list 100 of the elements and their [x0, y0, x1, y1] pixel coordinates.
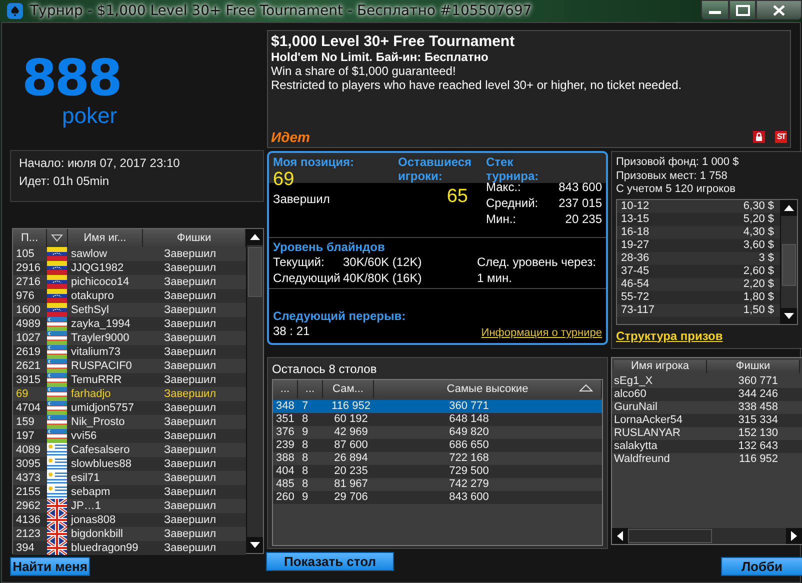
- sort-icon: [579, 384, 593, 392]
- tournament-info-link[interactable]: Информация о турнире: [481, 327, 602, 339]
- prize-structure-link[interactable]: Структура призов: [616, 328, 723, 342]
- close-button[interactable]: [756, 0, 802, 20]
- logo-number: 888: [22, 51, 120, 105]
- table-cell-text: Cafesalsero: [70, 443, 131, 457]
- stack-value: 237 015: [558, 195, 602, 211]
- table-cell-text: Завершил: [163, 317, 218, 331]
- description-text: Restricted to players who have reached level 30+ or higher, no ticket needed.: [271, 78, 683, 92]
- table-cell-text: zayka_1994: [70, 317, 132, 331]
- table-cell-text: 338 458: [737, 401, 779, 414]
- table-cell: 2,20 $: [743, 278, 774, 290]
- table-cell: 2,60 $: [743, 264, 774, 278]
- table-cell-text: 152 130: [737, 427, 779, 440]
- table-cell: 10-12: [621, 200, 650, 212]
- column-header[interactable]: Фишки: [143, 229, 246, 247]
- app-icon: [6, 2, 24, 20]
- table-row[interactable]: 351 8 60 192 648 148: [273, 413, 602, 426]
- lock-icon: [753, 131, 765, 143]
- table-cell-text: SethSyl: [70, 303, 110, 317]
- table-cell-text: Завершил: [163, 359, 218, 373]
- table-cell-text: Завершил: [163, 303, 218, 317]
- stack-label: Стек турнира:: [486, 155, 540, 183]
- table-cell: 4,30 $: [743, 226, 774, 238]
- st-badge: ST: [775, 131, 787, 143]
- flag-icon: [47, 527, 67, 541]
- start-time: Начало: июля 07, 2017 23:10: [19, 156, 181, 170]
- column-header[interactable]: ...: [298, 380, 323, 398]
- flag-icon: [47, 471, 67, 485]
- flag-icon: [47, 359, 67, 373]
- table-cell-text: Завершил: [163, 289, 218, 303]
- table-cell-text: 394: [15, 541, 36, 555]
- scrollbar[interactable]: [780, 200, 797, 324]
- remaining-value: 65: [446, 185, 469, 208]
- table-cell: 6,30 $: [743, 200, 774, 212]
- table-cell-text: 344 246: [737, 388, 779, 401]
- column-header[interactable]: Имя игрока: [614, 360, 707, 373]
- table-cell-text: otakupro: [70, 289, 115, 303]
- scroll-thumb[interactable]: [782, 244, 796, 286]
- table-cell-text: Завершил: [163, 513, 218, 527]
- flag-icon: [47, 275, 67, 289]
- column-header[interactable]: Самые высокие: [374, 380, 602, 398]
- scroll-thumb[interactable]: [628, 529, 712, 543]
- table-row[interactable]: 404 8 20 235 729 500: [273, 465, 602, 478]
- stack-label-text: Средний:: [486, 195, 540, 211]
- table-cell: 73-117: [621, 304, 654, 316]
- flag-icon: [47, 289, 67, 303]
- table-cell-text: 976: [15, 289, 36, 303]
- table-cell-text: LornaAcker54: [614, 414, 684, 427]
- table-cell: 3 $: [758, 252, 774, 264]
- table-row[interactable]: 348 7 116 952 360 771: [273, 400, 602, 413]
- table-cell: 16-18: [621, 226, 650, 238]
- lobby-button[interactable]: Лобби: [721, 557, 802, 576]
- table-cell-text: pichicoco14: [70, 275, 130, 289]
- table-cell-text: Завершил: [163, 401, 218, 415]
- table-cell: 46-54: [621, 278, 650, 290]
- scroll-thumb[interactable]: [248, 247, 262, 297]
- table-cell-text: salakytta: [614, 440, 658, 453]
- table-cell: 5,20 $: [743, 212, 774, 226]
- flag-icon: [47, 499, 67, 513]
- table-row[interactable]: 260 9 29 706 843 600: [273, 491, 602, 504]
- column-header[interactable]: [47, 229, 68, 247]
- table-cell-text: Nik_Prosto: [70, 415, 126, 429]
- status-label: Идет: [271, 129, 310, 145]
- flag-icon: [47, 415, 67, 429]
- tables-title: Осталось 8 столов: [272, 362, 378, 376]
- table-cell-text: vvi56: [70, 429, 98, 443]
- running-time: Идет: 01h 05min: [19, 174, 110, 188]
- column-header[interactable]: ...: [273, 380, 298, 398]
- table-cell: 19-27: [621, 238, 650, 252]
- maximize-button[interactable]: [729, 0, 756, 20]
- scroll-up-icon: [247, 229, 263, 245]
- column-header[interactable]: Сам...: [323, 380, 374, 398]
- next-blinds: 40K/80K (16K): [343, 270, 423, 286]
- table-cell-text: bigdonkbill: [70, 527, 124, 541]
- table-cell-text: farhadjo: [70, 387, 112, 401]
- table-cell-text: Завершил: [163, 527, 218, 541]
- column-header[interactable]: Имя иг...: [68, 229, 143, 247]
- find-me-button[interactable]: Найти меня: [10, 557, 90, 576]
- show-table-button[interactable]: Показать стол: [266, 552, 394, 571]
- table-cell-text: Завершил: [163, 275, 218, 289]
- tournament-title: $1,000 Level 30+ Free Tournament: [271, 33, 516, 50]
- table-row[interactable]: 239 8 87 600 686 650: [273, 439, 602, 452]
- column-header[interactable]: Фишки: [707, 360, 800, 373]
- blinds-label: Уровень блайндов: [273, 240, 386, 254]
- table-cell-text: alco60: [614, 388, 648, 401]
- tournament-subtitle: Hold'em No Limit. Бай-ин: Бесплатно: [271, 50, 490, 64]
- scrollbar[interactable]: [246, 229, 263, 553]
- description-text: Win a share of $1,000 guaranteed!: [271, 64, 457, 78]
- column-header[interactable]: П...: [13, 229, 47, 247]
- table-cell-text: bluedragon99: [70, 541, 140, 555]
- table-cell: 1,80 $: [743, 290, 774, 304]
- flag-icon: [47, 303, 67, 317]
- table-cell-text: Завершил: [163, 443, 218, 457]
- table-cell-text: RUSLANYAR: [614, 427, 682, 440]
- minimize-button[interactable]: [701, 0, 729, 20]
- table-cell-text: 2621: [15, 359, 42, 373]
- table-cell-text: 2916: [15, 261, 42, 275]
- flag-icon: [47, 345, 67, 359]
- table-cell-text: Завершил: [163, 387, 218, 401]
